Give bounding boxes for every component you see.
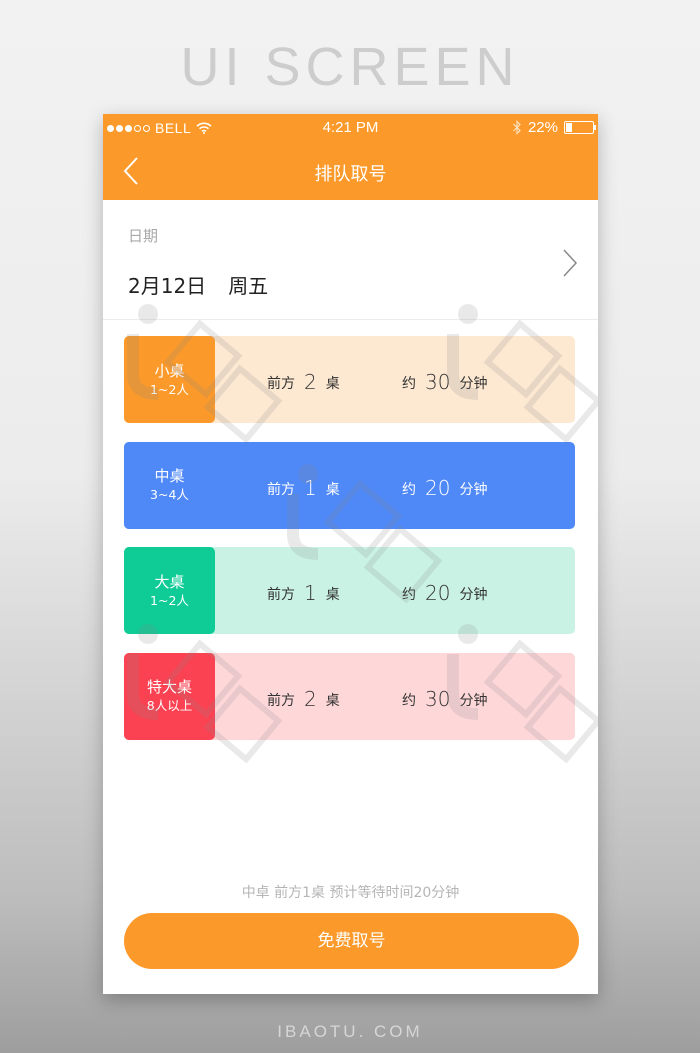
table-option-medium[interactable]: 中桌 3~4人 前方 1 桌 约 20 分钟 (124, 441, 575, 529)
queue-ahead-unit: 桌 (325, 587, 340, 603)
table-capacity: 1~2人 (150, 592, 189, 608)
table-name: 特大桌 (146, 678, 192, 696)
wait-time-label: 约 (402, 376, 416, 392)
table-name: 大桌 (154, 572, 185, 591)
queue-ahead-label: 前方 (267, 481, 295, 498)
table-badge: 小桌 1~2人 (124, 336, 215, 423)
wait-time-unit: 分钟 (459, 587, 488, 603)
table-capacity: 8人以上 (146, 698, 193, 713)
signal-dot (107, 124, 114, 132)
header: BELL 4:21 PM 22% 排队取号 (103, 114, 598, 200)
signal-dot (125, 124, 132, 132)
chevron-left-icon[interactable] (121, 156, 143, 186)
signal-dot (116, 124, 123, 132)
queue-ahead-unit: 桌 (325, 692, 340, 709)
wait-time-minutes: 30 (425, 370, 451, 394)
queue-ahead: 前方 2 桌 (267, 686, 340, 711)
table-badge: 中桌 3~4人 (124, 441, 215, 529)
table-option-extra-large[interactable]: 特大桌 8人以上 前方 2 桌 约 30 分钟 (124, 652, 575, 740)
take-number-button[interactable]: 免费取号 (124, 913, 579, 969)
table-name: 中桌 (154, 467, 185, 485)
wait-time-minutes: 30 (425, 686, 451, 711)
nav-bar: 排队取号 (103, 142, 598, 200)
queue-ahead-unit: 桌 (325, 481, 340, 498)
carrier-name: BELL (155, 120, 192, 136)
date-weekday: 周五 (228, 274, 269, 298)
status-bar: BELL 4:21 PM 22% (103, 114, 598, 142)
queue-ahead-count: 1 (304, 581, 317, 605)
wait-time-label: 约 (402, 481, 416, 498)
queue-ahead-label: 前方 (267, 587, 295, 603)
battery-level (566, 123, 572, 132)
poster-title: UI SCREEN (180, 37, 520, 97)
table-name: 小桌 (154, 361, 185, 380)
table-capacity: 1~2人 (150, 381, 189, 397)
table-option-large[interactable]: 大桌 1~2人 前方 1 桌 约 20 分钟 (124, 547, 575, 634)
battery-percent: 22% (527, 119, 558, 136)
wait-time-minutes: 20 (425, 475, 451, 500)
wait-time-unit: 分钟 (459, 376, 488, 392)
date-selector[interactable]: 日期 2月12日 周五 (103, 200, 598, 320)
battery-icon (564, 121, 596, 134)
queue-ahead: 前方 1 桌 (267, 475, 340, 500)
queue-ahead-count: 1 (304, 475, 317, 500)
table-capacity: 3~4人 (150, 487, 189, 502)
signal-dot (134, 124, 141, 132)
queue-ahead: 前方 1 桌 (267, 580, 340, 605)
table-option-small[interactable]: 小桌 1~2人 前方 2 桌 约 30 分钟 (124, 336, 575, 423)
date-label: 日期 (128, 227, 159, 245)
queue-ahead: 前方 2 桌 (267, 369, 340, 394)
queue-ahead-label: 前方 (267, 376, 295, 392)
wait-time-label: 约 (402, 692, 416, 709)
phone-screen: BELL 4:21 PM 22% 排队取号 日期 2月12日 周五 小桌 1~2… (103, 114, 598, 994)
wait-time-unit: 分钟 (459, 692, 488, 709)
wait-time-minutes: 20 (425, 581, 451, 605)
table-type-list: 小桌 1~2人 前方 2 桌 约 30 分钟 中桌 3~4人 前方 1 桌 约 … (124, 336, 575, 758)
wait-time: 约 30 分钟 (402, 369, 488, 394)
wifi-icon (196, 122, 212, 134)
wait-time: 约 20 分钟 (402, 580, 488, 605)
wait-time-label: 约 (402, 587, 416, 603)
queue-summary: 中卓 前方1桌 预计等待时间20分钟 (241, 885, 460, 901)
wait-time-unit: 分钟 (459, 481, 488, 498)
poster-footer: IBAOTU. COM (277, 1022, 423, 1041)
queue-ahead-label: 前方 (267, 692, 295, 709)
table-badge: 大桌 1~2人 (124, 547, 215, 634)
signal-strength-icon (107, 124, 150, 132)
signal-dot (143, 124, 150, 132)
queue-ahead-count: 2 (304, 370, 317, 394)
date-value: 2月12日 周五 (128, 270, 268, 299)
chevron-right-icon[interactable] (562, 248, 578, 278)
wait-time: 约 30 分钟 (402, 686, 488, 711)
queue-ahead-count: 2 (304, 686, 317, 711)
bluetooth-icon (513, 120, 521, 135)
table-badge: 特大桌 8人以上 (124, 652, 215, 740)
page-title: 排队取号 (314, 164, 387, 185)
queue-ahead-unit: 桌 (325, 376, 340, 392)
date-day: 2月12日 (128, 274, 207, 298)
wait-time: 约 20 分钟 (402, 475, 488, 500)
